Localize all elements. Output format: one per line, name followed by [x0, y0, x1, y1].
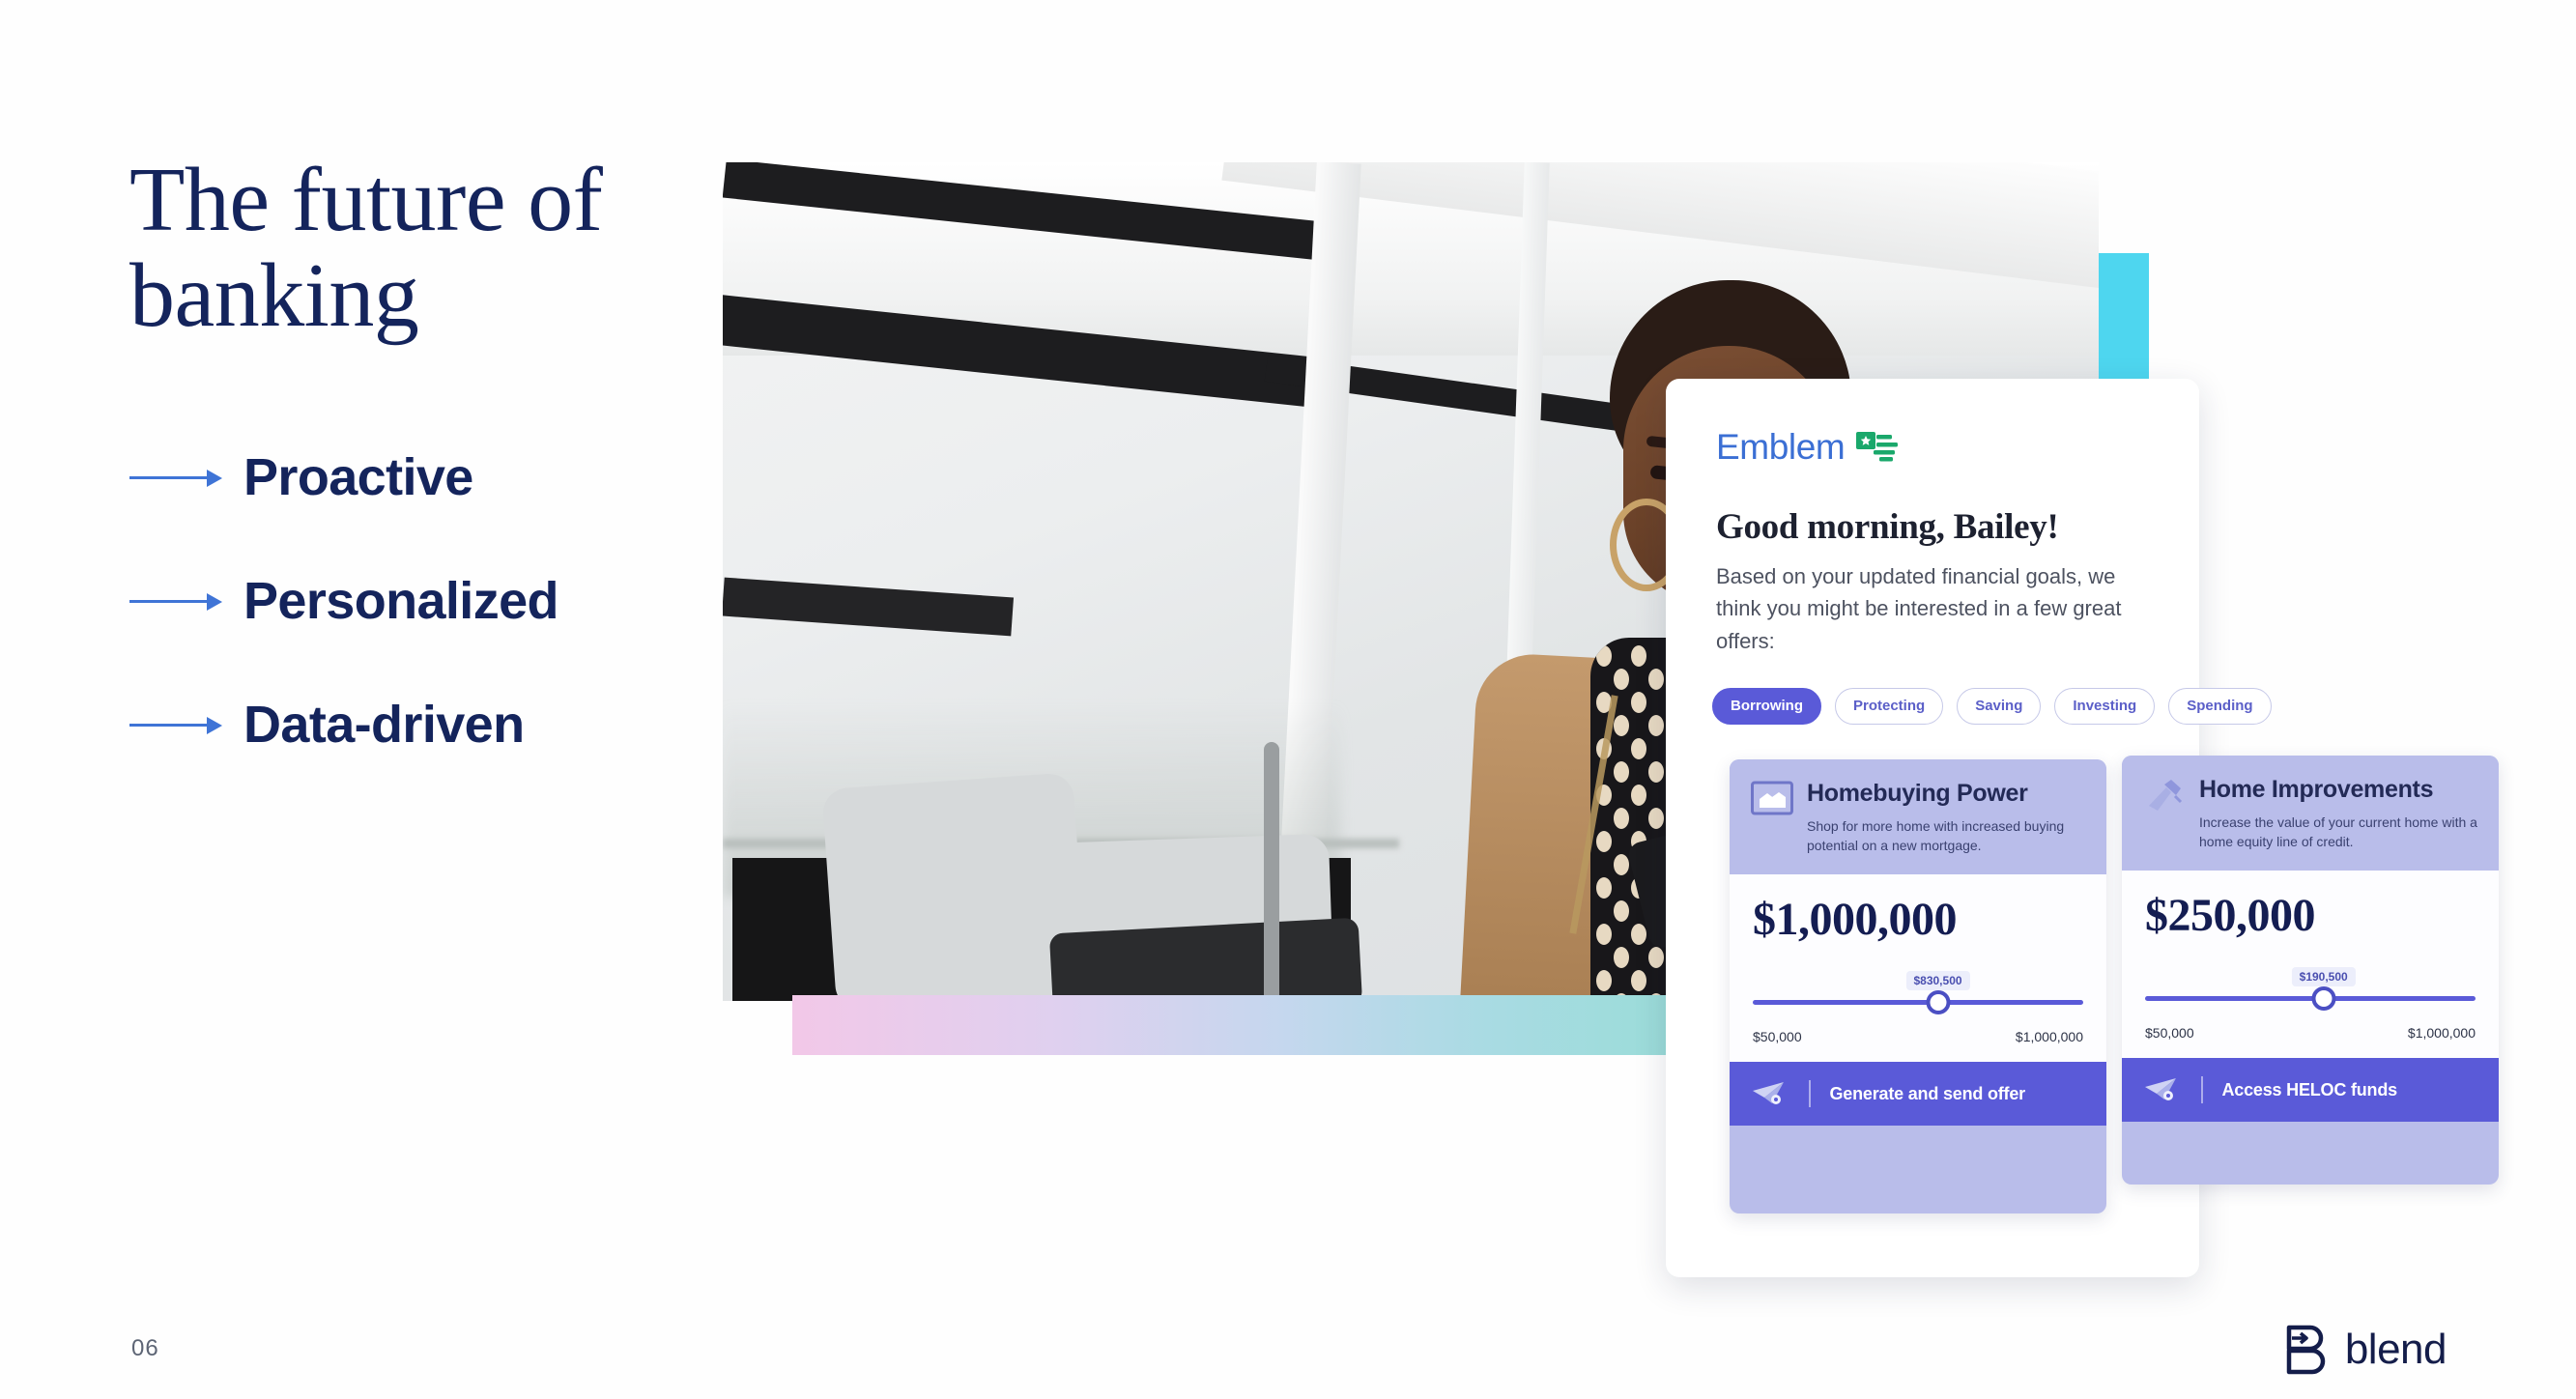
hammer-icon: [2149, 780, 2183, 811]
arrow-right-icon: [129, 712, 222, 737]
offer-description: Increase the value of your current home …: [2199, 814, 2477, 849]
slider-handle[interactable]: [1926, 990, 1951, 1015]
offer-card-home-improvements[interactable]: Home Improvements Increase the value of …: [2122, 756, 2499, 1185]
offer-body: $250,000 $190,500 $50,000 $1,000,000: [2122, 871, 2499, 1059]
chip-borrowing[interactable]: Borrowing: [1712, 688, 1821, 725]
access-heloc-funds-button[interactable]: Access HELOC funds: [2122, 1058, 2499, 1123]
offer-title: Homebuying Power: [1807, 780, 2028, 807]
amount-slider[interactable]: $830,500: [1753, 971, 2083, 1027]
offer-description: Shop for more home with increased buying…: [1807, 817, 2065, 853]
emblem-logo: Emblem: [1716, 429, 1899, 465]
generate-and-send-offer-button[interactable]: Generate and send offer: [1730, 1062, 2106, 1127]
slider-max-label: $1,000,000: [2407, 1025, 2476, 1042]
list-item: Data-driven: [129, 663, 729, 786]
blend-b-mark-icon: [2286, 1325, 2325, 1375]
slider-min-label: $50,000: [1753, 1029, 1802, 1045]
bullet-label: Data-driven: [243, 696, 525, 754]
gradient-accent-bar: [792, 995, 1681, 1055]
list-item: Personalized: [129, 539, 729, 663]
amount-slider[interactable]: $190,500: [2145, 967, 2476, 1023]
cta-label: Generate and send offer: [1829, 1083, 2026, 1103]
slider-range-labels: $50,000 $1,000,000: [1753, 1029, 2083, 1044]
arrow-right-icon: [129, 465, 222, 490]
offer-amount: $1,000,000: [1753, 894, 1958, 946]
paper-plane-icon: [1753, 1082, 1784, 1105]
offer-card-homebuying[interactable]: Homebuying Power Shop for more home with…: [1730, 759, 2106, 1213]
slider-tooltip: $830,500: [1905, 971, 1970, 991]
brand-logo: blend: [2285, 1324, 2447, 1376]
arrow-right-icon: [129, 588, 222, 614]
chip-protecting[interactable]: Protecting: [1835, 688, 1944, 725]
divider: [2201, 1076, 2203, 1104]
slider-max-label: $1,000,000: [2015, 1029, 2083, 1045]
greeting-heading: Good morning, Bailey!: [1716, 507, 2059, 547]
emblem-wordmark: Emblem: [1716, 427, 1846, 467]
emblem-flag-icon: [1856, 431, 1899, 461]
bullet-list: Proactive Personalized Data-driven: [129, 415, 729, 786]
brand-wordmark: blend: [2344, 1326, 2447, 1373]
slider-range-labels: $50,000 $1,000,000: [2145, 1025, 2476, 1041]
cta-label: Access HELOC funds: [2221, 1079, 2398, 1099]
slider-tooltip: $190,500: [2291, 967, 2356, 987]
bullet-label: Proactive: [243, 448, 473, 506]
offer-title: Home Improvements: [2199, 776, 2434, 803]
category-chip-row: Borrowing Protecting Saving Investing Sp…: [1712, 688, 2272, 725]
offer-body: $1,000,000 $830,500 $50,000 $1,000,000: [1730, 874, 2106, 1063]
offer-header: Home Improvements Increase the value of …: [2122, 756, 2499, 871]
slider-handle[interactable]: [2311, 986, 2336, 1012]
list-item: Proactive: [129, 415, 729, 539]
bullet-label: Personalized: [243, 572, 559, 630]
chip-saving[interactable]: Saving: [1957, 688, 2042, 725]
slider-track[interactable]: [1753, 1000, 2083, 1006]
offer-header: Homebuying Power Shop for more home with…: [1730, 759, 2106, 875]
house-frame-icon: [1751, 781, 1793, 815]
page-number: 06: [131, 1335, 159, 1361]
greeting-subtext: Based on your updated financial goals, w…: [1716, 564, 2122, 653]
slider-track[interactable]: [2145, 996, 2476, 1002]
slider-min-label: $50,000: [2145, 1025, 2194, 1042]
offer-amount: $250,000: [2145, 890, 2316, 942]
page-title: The future of banking: [129, 150, 603, 346]
chip-spending[interactable]: Spending: [2168, 688, 2272, 725]
chip-investing[interactable]: Investing: [2054, 688, 2156, 725]
divider: [1809, 1080, 1811, 1108]
paper-plane-icon: [2145, 1078, 2176, 1101]
